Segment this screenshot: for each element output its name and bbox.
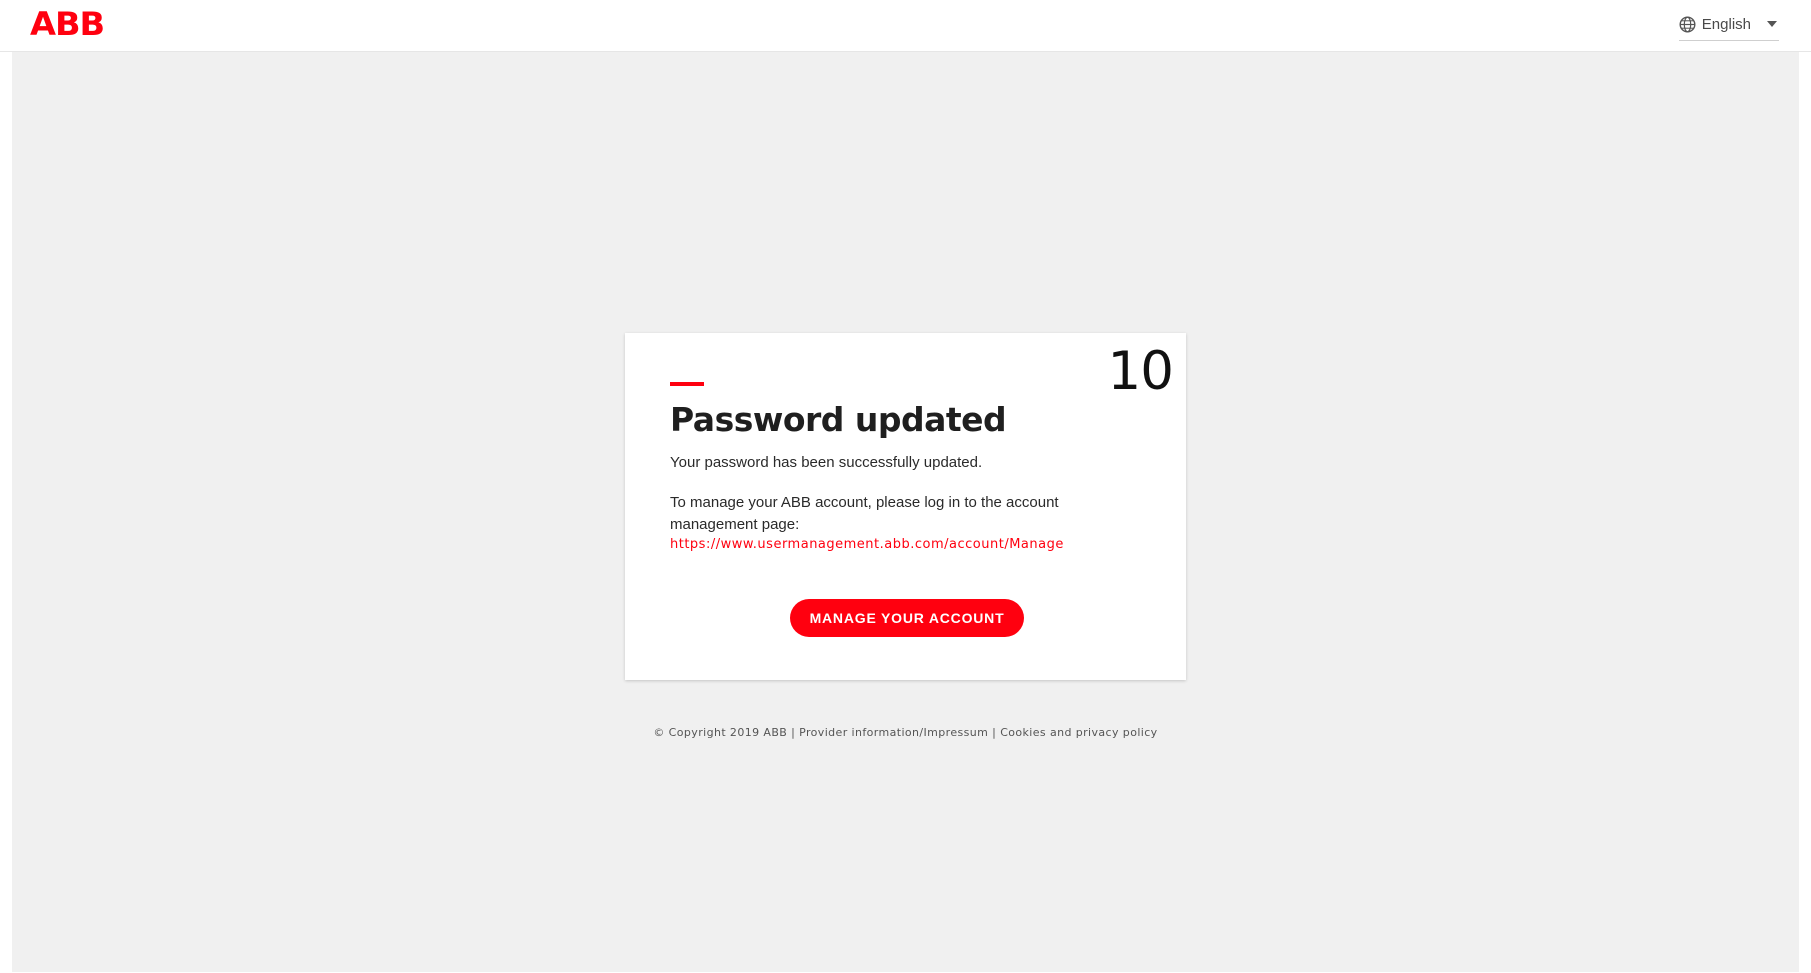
cookies-privacy-link[interactable]: Cookies and privacy policy [1000, 726, 1157, 739]
footer-separator: | [787, 726, 800, 739]
main-content: 10 Password updated Your password has be… [12, 52, 1799, 972]
account-manage-link[interactable]: https://www.usermanagement.abb.com/accou… [670, 537, 1064, 552]
page-title: Password updated [670, 400, 1007, 439]
footer: © Copyright 2019 ABB | Provider informat… [12, 726, 1799, 739]
success-message: Your password has been successfully upda… [670, 454, 983, 471]
manage-account-instructions: To manage your ABB account, please log i… [670, 494, 1059, 533]
footer-separator: | [988, 726, 1001, 739]
copyright-text: © Copyright 2019 ABB [653, 726, 788, 739]
provider-information-link[interactable]: Provider information/Impressum [799, 726, 988, 739]
password-updated-card: 10 Password updated Your password has be… [625, 333, 1186, 680]
top-header: ABB English [0, 0, 1811, 52]
manage-account-button[interactable]: MANAGE YOUR ACCOUNT [790, 599, 1024, 637]
abb-logo[interactable]: ABB [30, 6, 105, 42]
redirect-countdown: 10 [1107, 341, 1174, 402]
language-label: English [1701, 15, 1751, 33]
globe-icon [1679, 15, 1696, 33]
language-selector[interactable]: English [1678, 12, 1779, 41]
caret-down-icon [1767, 21, 1777, 27]
title-accent-bar [670, 382, 704, 386]
